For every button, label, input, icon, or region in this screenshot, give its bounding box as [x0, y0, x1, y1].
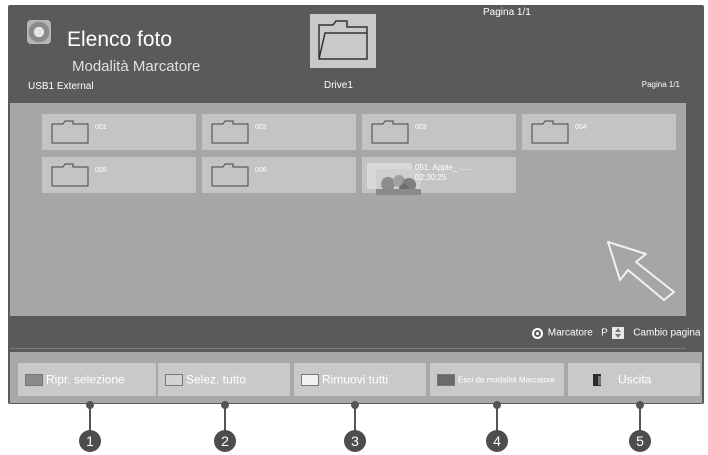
callout-4: 4 [486, 430, 508, 452]
folder-name: 006 [255, 167, 267, 174]
grey-key-icon [25, 373, 43, 386]
folder-icon [371, 120, 409, 144]
exit-button[interactable]: Uscita [568, 363, 700, 396]
folder-item[interactable]: 005 [42, 157, 196, 193]
callout-1: 1 [79, 430, 101, 452]
divider [10, 348, 686, 349]
callout-dot [86, 401, 94, 409]
white-key-icon [301, 373, 319, 386]
callout-dot [221, 401, 229, 409]
folder-icon [51, 120, 89, 144]
folder-item[interactable]: 006 [202, 157, 356, 193]
photo-name: 051. Apple_ ..... [415, 163, 471, 172]
folder-name: 002 [255, 124, 267, 131]
exit-door-icon [593, 373, 601, 386]
remove-all-button[interactable]: Rimuovi tutti [294, 363, 426, 396]
folder-name: 001 [95, 124, 107, 131]
photo-info: 051. Apple_ ..... 02:30:25 [415, 163, 471, 183]
page-indicator: Pagina 1/1 [641, 80, 680, 89]
photo-app-icon [27, 20, 51, 44]
page-title: Elenco foto [67, 28, 173, 51]
header: Elenco foto Modalità Marcatore USB1 Exte… [10, 6, 686, 99]
callout-5: 5 [629, 430, 651, 452]
folder-icon [318, 20, 368, 60]
folder-icon [51, 163, 89, 187]
photo-thumbnail [367, 163, 421, 195]
drive-folder-button[interactable] [310, 14, 376, 68]
callout-3: 3 [344, 430, 366, 452]
callout-dot [493, 401, 501, 409]
folder-item[interactable]: 003 [362, 114, 516, 150]
page-updown-icon [612, 327, 625, 339]
pointer-cursor-icon [607, 241, 675, 301]
folder-name: 003 [415, 124, 427, 131]
replay-selection-button[interactable]: Ripr. selezione [18, 363, 156, 396]
marker-radio-icon [532, 327, 543, 339]
legend-marker-label: Marcatore [547, 327, 593, 339]
callout-dot [636, 401, 644, 409]
light-key-icon [165, 373, 183, 386]
folder-icon [531, 120, 569, 144]
device-label: USB1 External [28, 81, 94, 92]
folder-name: 004 [575, 124, 587, 131]
folder-name: 005 [95, 167, 107, 174]
callout-2: 2 [214, 430, 236, 452]
folder-icon [211, 163, 249, 187]
legend-page-label: Cambio pagina [633, 327, 701, 339]
legend: Marcatore P Cambio pagina [532, 327, 700, 339]
callout-dot [351, 401, 359, 409]
photo-item[interactable]: 051. Apple_ ..... 02:30:25 [362, 157, 516, 195]
exit-marker-mode-button[interactable]: Esci da modalità Marcatore [430, 363, 564, 396]
folder-item[interactable]: 002 [202, 114, 356, 150]
folder-icon [211, 120, 249, 144]
dark-key-icon [437, 373, 455, 386]
file-grid: 001 002 003 004 005 006 051. Apple_ ....… [10, 103, 686, 316]
mode-subtitle: Modalità Marcatore [72, 58, 201, 75]
page-indicator-top: Pagina 1/1 [483, 7, 531, 18]
select-all-button[interactable]: Selez. tutto [158, 363, 290, 396]
drive-label: Drive1 [324, 80, 353, 91]
photo-time: 02:30:25 [415, 173, 447, 182]
folder-item[interactable]: 004 [522, 114, 676, 150]
legend-page-key: P [601, 327, 608, 339]
folder-item[interactable]: 001 [42, 114, 196, 150]
